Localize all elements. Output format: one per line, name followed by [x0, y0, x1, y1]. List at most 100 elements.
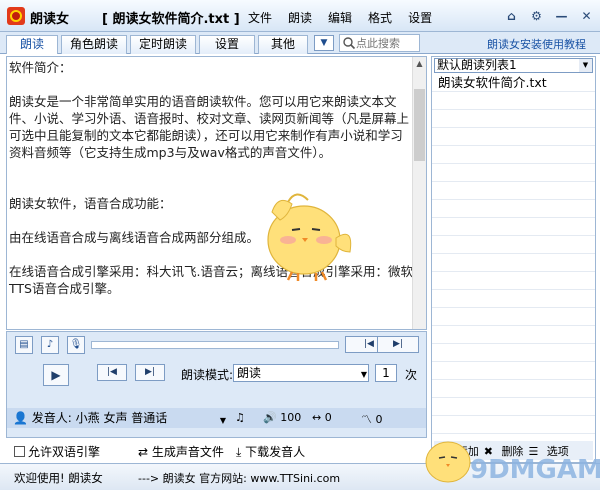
tab-read[interactable]: 朗读 — [6, 35, 58, 54]
mode-select-value: 朗读 — [237, 366, 262, 380]
menu-format[interactable]: 格式 — [368, 9, 392, 26]
microphone-icon[interactable]: 🎙 — [67, 336, 85, 354]
playlist-empty-row — [432, 254, 595, 272]
chevron-down-icon[interactable]: ▼ — [579, 59, 592, 72]
scroll-up-icon[interactable]: ▲ — [413, 57, 426, 71]
gear-icon[interactable]: ⚙ — [527, 7, 546, 25]
tone-value: 0 — [375, 413, 383, 426]
playlist-empty-row — [432, 146, 595, 164]
text-scrollbar[interactable]: ▲ — [412, 57, 426, 329]
menu-read[interactable]: 朗读 — [288, 9, 312, 26]
playlist-select[interactable]: 默认朗读列表1 ▼ — [434, 58, 593, 73]
title-bar: 朗读女 [ 朗读女软件简介.txt ] 文件 朗读 编辑 格式 设置 ⌂ ⚙ —… — [0, 0, 600, 32]
search-box[interactable] — [339, 34, 420, 52]
checkbox-box[interactable] — [14, 446, 25, 457]
controls-panel: ▤ ♪ 🎙 |◀ ▶| ▶ |◀ ▶| 朗读模式: 朗读 ▼ 1 次 👤 发音人… — [6, 331, 427, 438]
next-button[interactable]: ▶| — [377, 336, 419, 353]
skip-back-button[interactable]: |◀ — [97, 364, 127, 381]
voice-select-value: 发音人: 小燕 女声 普通话 — [31, 411, 168, 425]
generate-audio-button[interactable]: ⇄ 生成声音文件 — [138, 443, 224, 460]
speed-param[interactable]: ↔ 0 — [312, 411, 332, 424]
playlist-empty-row — [432, 380, 595, 398]
playlist-empty-row — [432, 164, 595, 182]
mode-select[interactable]: 朗读 ▼ — [233, 364, 369, 382]
tab-other[interactable]: 其他 — [258, 35, 308, 54]
user-icon: 👤 — [13, 411, 28, 425]
window-controls: ⌂ ⚙ — ✕ — [496, 7, 596, 25]
menu-settings[interactable]: 设置 — [408, 9, 432, 26]
voice-lookup-icon[interactable]: ▼ — [314, 35, 334, 51]
playlist-empty-row — [432, 344, 595, 362]
playlist-rows: 朗读女软件简介.txt — [432, 74, 595, 434]
close-icon[interactable]: ✕ — [577, 7, 596, 25]
playlist-empty-row — [432, 236, 595, 254]
chevron-down-icon[interactable]: ▼ — [220, 413, 226, 429]
pitch-param[interactable]: ♫ — [235, 411, 245, 424]
volume-param[interactable]: 🔊 100 — [263, 411, 301, 424]
watermark-logo-icon: 9DMGAME — [425, 441, 600, 485]
playlist-select-value: 默认朗读列表1 — [437, 58, 517, 72]
playlist-item[interactable]: 朗读女软件简介.txt — [432, 74, 595, 92]
download-icon: ⤓ — [236, 445, 242, 459]
volume-value: 100 — [280, 411, 302, 424]
playlist-empty-row — [432, 92, 595, 110]
audio-file-icon: ⇄ — [138, 445, 149, 459]
tab-role-read[interactable]: 角色朗读 — [61, 35, 127, 54]
playlist-empty-row — [432, 272, 595, 290]
menu-file[interactable]: 文件 — [248, 9, 272, 26]
play-button[interactable]: ▶ — [43, 364, 69, 386]
mode-label: 朗读模式: — [181, 368, 234, 382]
document-paragraph: 朗读女是一个非常简单实用的语音朗读软件。您可以用它来朗读文本文件、小说、学习外语… — [9, 94, 410, 160]
open-file-icon[interactable]: ▤ — [15, 336, 33, 354]
playlist-empty-row — [432, 326, 595, 344]
playlist-empty-row — [432, 128, 595, 146]
voice-select[interactable]: 👤 发音人: 小燕 女声 普通话 ▼ — [13, 410, 227, 426]
search-input[interactable] — [356, 36, 416, 50]
status-site-link[interactable]: ---> 朗读女 官方网站: www.TTSini.com — [138, 470, 340, 486]
document-title: [ 朗读女软件简介.txt ] — [102, 12, 240, 27]
allow-dual-engine-checkbox[interactable]: 允许双语引擎 — [14, 443, 100, 460]
allow-dual-label: 允许双语引擎 — [28, 445, 101, 459]
playlist-empty-row — [432, 290, 595, 308]
playlist-empty-row — [432, 110, 595, 128]
playlist-empty-row — [432, 200, 595, 218]
actions-row: 允许双语引擎 ⇄ 生成声音文件 ⤓ 下载发音人 — [6, 439, 427, 461]
speed-value: 0 — [324, 411, 332, 424]
svg-text:9DMGAME: 9DMGAME — [470, 455, 600, 485]
download-voice-button[interactable]: ⤓ 下载发音人 — [236, 443, 305, 460]
playlist-empty-row — [432, 182, 595, 200]
document-paragraph: 软件简介： — [9, 60, 72, 75]
tone-icon: 〽 — [361, 413, 372, 426]
speaker-icon: 🔊 — [263, 411, 277, 424]
playlist-empty-row — [432, 362, 595, 380]
search-icon — [343, 37, 356, 50]
tutorial-link[interactable]: 朗读女安装使用教程 — [487, 36, 586, 52]
app-name: 朗读女 — [30, 12, 70, 27]
speed-icon: ↔ — [312, 411, 322, 424]
pitch-icon: ♫ — [235, 411, 245, 424]
tab-list: 朗读 角色朗读 定时朗读 设置 其他 — [6, 35, 311, 54]
tab-settings[interactable]: 设置 — [199, 35, 255, 54]
minimize-icon[interactable]: — — [552, 7, 571, 25]
menu-edit[interactable]: 编辑 — [328, 9, 352, 26]
repeat-unit-label: 次 — [405, 368, 418, 382]
app-logo-icon — [7, 7, 25, 25]
document-text-area[interactable]: 软件简介： 朗读女是一个非常简单实用的语音朗读软件。您可以用它来朗读文本文件、小说… — [6, 56, 427, 330]
repeat-count-input[interactable]: 1 — [375, 364, 397, 382]
status-welcome: 欢迎使用! 朗读女 — [14, 471, 103, 485]
playlist-panel: 默认朗读列表1 ▼ 朗读女软件简介.txt ✚ 添加 ✖ 删除 ☰ 选项 — [431, 56, 596, 463]
music-note-icon[interactable]: ♪ — [41, 336, 59, 354]
tab-timed-read[interactable]: 定时朗读 — [130, 35, 196, 54]
voice-row: 👤 发音人: 小燕 女声 普通话 ▼ ♫ 🔊 100 ↔ 0 〽 0 — [7, 408, 426, 428]
menu-bar: 文件 朗读 编辑 格式 设置 — [248, 9, 448, 26]
skip-forward-button[interactable]: ▶| — [135, 364, 165, 381]
home-icon[interactable]: ⌂ — [502, 7, 521, 25]
tone-param[interactable]: 〽 0 — [361, 411, 383, 427]
mascot-chick-icon — [267, 193, 352, 281]
tab-row: 朗读 角色朗读 定时朗读 设置 其他 ▼ 朗读女安装使用教程 — [0, 32, 600, 54]
scroll-thumb[interactable] — [414, 89, 425, 161]
progress-track[interactable] — [91, 341, 339, 349]
chevron-down-icon[interactable]: ▼ — [361, 367, 367, 383]
